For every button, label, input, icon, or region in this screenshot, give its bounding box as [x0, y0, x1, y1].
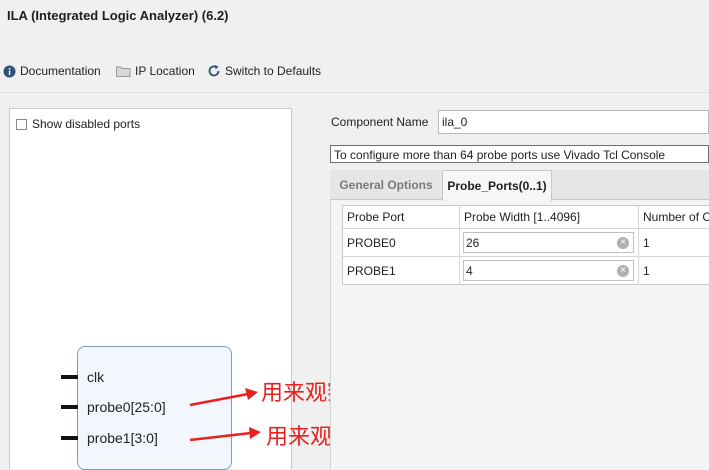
probe-width-cell: 26 × [460, 229, 639, 256]
probe0-width-value: 26 [466, 236, 480, 250]
component-name-input[interactable]: ila_0 [438, 110, 709, 134]
clear-icon[interactable]: × [617, 237, 629, 249]
probe0-num-comparators[interactable]: 1 [639, 229, 709, 256]
annotation-arrow-probe1 [189, 431, 252, 442]
probe-port-cell: PROBE1 [343, 257, 460, 284]
tab-general-options[interactable]: General Options [330, 170, 442, 200]
tab-bar: General Options Probe_Ports(0..1) [330, 170, 709, 201]
tab-probe-ports[interactable]: Probe_Ports(0..1) [442, 170, 552, 201]
probe0-width-input[interactable]: 26 × [463, 232, 634, 253]
header-probe-port: Probe Port [343, 206, 460, 228]
header-probe-width: Probe Width [1..4096] [460, 206, 639, 228]
table-row: PROBE1 4 × 1 [343, 257, 709, 284]
probe-width-cell: 4 × [460, 257, 639, 284]
table-row: PROBE0 26 × 1 [343, 229, 709, 257]
arrow-head-icon [249, 427, 261, 439]
arrow-head-icon [245, 388, 258, 400]
probe1-width-input[interactable]: 4 × [463, 260, 634, 281]
annotation-arrow-probe0 [189, 392, 249, 407]
config-info-text: To configure more than 64 probe ports us… [330, 145, 709, 163]
probe1-width-value: 4 [466, 264, 473, 278]
probe-port-cell: PROBE0 [343, 229, 460, 256]
probe-ports-table: Probe Port Probe Width [1..4096] Number … [342, 205, 709, 285]
clear-icon[interactable]: × [617, 265, 629, 277]
table-header-row: Probe Port Probe Width [1..4096] Number … [343, 206, 709, 229]
header-number-of-comparators: Number of C [643, 210, 709, 224]
probe1-num-comparators[interactable]: 1 [639, 257, 709, 284]
component-name-label: Component Name [331, 115, 429, 129]
